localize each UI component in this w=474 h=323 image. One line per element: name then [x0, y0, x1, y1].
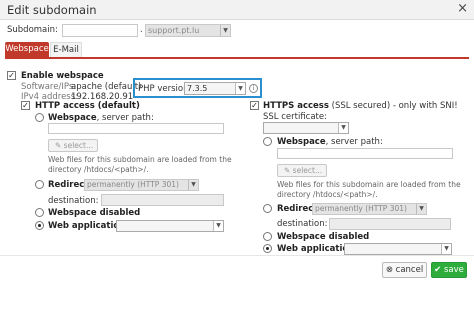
- save-button[interactable]: ✔ save: [431, 262, 467, 278]
- https-destination-input[interactable]: [329, 218, 451, 230]
- cancel-icon: ⊗: [385, 265, 396, 275]
- pencil-icon: ✎: [284, 166, 293, 175]
- chevron-down-icon: ▼: [338, 123, 348, 133]
- chevron-down-icon: ▼: [213, 221, 223, 231]
- pencil-icon: ✎: [55, 141, 64, 150]
- chevron-down-icon: ▼: [416, 204, 426, 214]
- footer-divider: [0, 255, 474, 256]
- https-select-button[interactable]: ✎ select...: [277, 164, 327, 177]
- close-icon[interactable]: ×: [457, 2, 468, 16]
- https-redirect-select[interactable]: permanently (HTTP 301) ▼: [312, 203, 427, 215]
- http-disabled-label: Webspace disabled: [48, 208, 141, 218]
- chevron-down-icon: ▼: [441, 244, 451, 254]
- https-webspace-radio[interactable]: [263, 137, 272, 146]
- https-webapp-radio[interactable]: [263, 244, 272, 253]
- https-webspace-label: Webspace, server path:: [277, 137, 383, 147]
- https-access-title: HTTPS access (SSL secured) - only with S…: [263, 101, 458, 111]
- enable-webspace-label: Enable webspace: [21, 71, 104, 81]
- software-label: Software/IPs:: [21, 82, 77, 92]
- cancel-label: cancel: [395, 265, 424, 275]
- https-disabled-radio[interactable]: [263, 232, 272, 241]
- php-version-value: 7.3.5: [187, 84, 208, 93]
- http-server-path-input[interactable]: [48, 123, 224, 134]
- subdomain-input[interactable]: [62, 24, 138, 37]
- http-select-button[interactable]: ✎ select...: [48, 139, 98, 152]
- http-destination-input[interactable]: [101, 194, 224, 206]
- https-redirect-value: permanently (HTTP 301): [315, 204, 407, 213]
- https-destination-label: destination:: [277, 219, 328, 229]
- https-disabled-label: Webspace disabled: [277, 232, 370, 242]
- chevron-down-icon: ▼: [188, 180, 198, 190]
- tab-email[interactable]: E-Mail: [50, 42, 82, 58]
- http-redirect-label: Redirect: [48, 180, 89, 190]
- http-webapp-radio[interactable]: [35, 221, 44, 230]
- http-redirect-radio[interactable]: [35, 180, 44, 189]
- enable-webspace-checkbox[interactable]: ✓: [7, 71, 16, 80]
- dialog-title: Edit subdomain: [7, 3, 97, 17]
- http-redirect-select[interactable]: permanently (HTTP 301) ▼: [84, 179, 199, 191]
- http-access-title: HTTP access (default): [35, 101, 140, 111]
- chevron-down-icon: ▼: [220, 25, 230, 36]
- http-webspace-radio[interactable]: [35, 113, 44, 122]
- http-webspace-label: Webspace, server path:: [48, 113, 154, 123]
- http-path-note: Web files for this subdomain are loaded …: [48, 155, 232, 174]
- https-access-checkbox[interactable]: ✓: [250, 101, 259, 110]
- software-value: apache (default): [71, 82, 142, 92]
- http-redirect-value: permanently (HTTP 301): [87, 180, 179, 189]
- domain-select[interactable]: support.pt.lu ▼: [145, 24, 231, 37]
- check-icon: ✔: [434, 265, 444, 275]
- ssl-certificate-select[interactable]: ▼: [263, 122, 349, 134]
- http-disabled-radio[interactable]: [35, 208, 44, 217]
- save-label: save: [443, 265, 464, 275]
- tab-underline: [5, 57, 469, 59]
- http-select-label: select...: [63, 141, 94, 150]
- http-access-checkbox[interactable]: ✓: [21, 101, 30, 110]
- subdomain-dot: .: [140, 25, 143, 35]
- chevron-down-icon: ▼: [235, 83, 245, 94]
- http-webapp-select[interactable]: ▼: [116, 220, 224, 232]
- http-destination-label: destination:: [48, 196, 99, 206]
- cancel-button[interactable]: ⊗ cancel: [382, 262, 427, 278]
- subdomain-label: Subdomain:: [7, 25, 58, 35]
- https-redirect-radio[interactable]: [263, 204, 272, 213]
- domain-value: support.pt.lu: [148, 26, 200, 35]
- info-icon[interactable]: i: [249, 84, 258, 93]
- tab-webspace[interactable]: Webspace: [5, 42, 49, 57]
- https-webapp-select[interactable]: ▼: [344, 243, 452, 255]
- https-server-path-input[interactable]: [277, 148, 453, 159]
- https-path-note: Web files for this subdomain are loaded …: [277, 180, 461, 199]
- https-select-label: select...: [292, 166, 323, 175]
- php-version-select[interactable]: 7.3.5 ▼: [184, 82, 246, 95]
- ssl-certificate-label: SSL certificate:: [263, 112, 327, 122]
